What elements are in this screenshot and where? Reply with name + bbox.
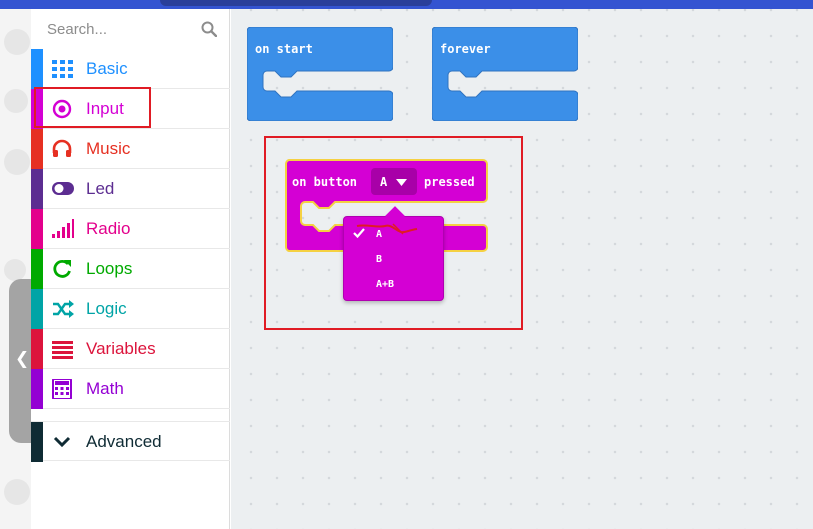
- simulator-strip: [0, 9, 31, 529]
- category-color-bar: [31, 209, 43, 249]
- toolbox-category-music[interactable]: Music: [31, 129, 230, 169]
- category-color-bar: [31, 249, 43, 289]
- ghost-shape: [4, 149, 30, 175]
- toolbox-category-math[interactable]: Math: [31, 369, 230, 409]
- toolbox-category-led[interactable]: Led: [31, 169, 230, 209]
- toggle-icon: [52, 182, 74, 195]
- search-input[interactable]: Search...: [47, 21, 107, 38]
- headphones-icon: [52, 139, 72, 157]
- category-color-bar: [31, 289, 43, 329]
- category-color-bar: [31, 49, 43, 89]
- red-scribble-annotation: [356, 223, 418, 235]
- category-label: Math: [86, 379, 124, 398]
- on-start-label: on start: [255, 42, 313, 56]
- category-color-bar: [31, 329, 43, 369]
- dropdown-option-label: B: [376, 254, 383, 265]
- category-label: Variables: [86, 339, 156, 358]
- search-box[interactable]: Search...: [31, 9, 230, 49]
- collapse-simulator-button[interactable]: ❮: [9, 279, 33, 443]
- signal-bars-icon: [52, 219, 74, 238]
- forever-label: forever: [440, 42, 491, 56]
- chevron-left-icon: ❮: [15, 349, 30, 369]
- category-label: Loops: [86, 259, 133, 278]
- toolbox-category-logic[interactable]: Logic: [31, 289, 230, 329]
- shuffle-icon: [53, 300, 74, 318]
- button-choice-dropdown[interactable]: A: [371, 168, 417, 195]
- lines-icon: [52, 341, 73, 359]
- dropdown-option-label: A+B: [376, 279, 395, 290]
- toolbox-category-basic[interactable]: Basic: [31, 49, 230, 89]
- dropdown-option-b[interactable]: B: [344, 249, 445, 271]
- category-color-bar: [31, 422, 43, 462]
- header-pill: [160, 0, 432, 6]
- toolbox-category-variables[interactable]: Variables: [31, 329, 230, 369]
- refresh-icon: [53, 259, 71, 278]
- toolbox-category-loops[interactable]: Loops: [31, 249, 230, 289]
- calculator-icon: [52, 379, 72, 399]
- input-highlight-annotation: [34, 87, 151, 128]
- ghost-shape: [4, 479, 30, 505]
- on-button-suffix-label: pressed: [424, 175, 475, 189]
- ghost-shape: [4, 89, 28, 113]
- header-bar: [0, 0, 813, 9]
- ghost-shape: [4, 29, 30, 55]
- category-label: Music: [86, 139, 131, 158]
- category-color-bar: [31, 369, 43, 409]
- grid-icon: [52, 60, 73, 78]
- toolbox-category-radio[interactable]: Radio: [31, 209, 230, 249]
- category-color-bar: [31, 129, 43, 169]
- category-label: Advanced: [86, 432, 162, 451]
- category-label: Radio: [86, 219, 131, 238]
- button-choice-value: A: [380, 175, 388, 189]
- category-label: Basic: [86, 59, 128, 78]
- category-color-bar: [31, 169, 43, 209]
- ghost-shape: [4, 259, 26, 281]
- dropdown-option-a-plus-b[interactable]: A+B: [344, 274, 445, 296]
- category-label: Logic: [86, 299, 127, 318]
- on-button-prefix-label: on button: [292, 175, 358, 189]
- chevron-down-icon: [53, 436, 71, 448]
- dropdown-arrow-icon: [396, 179, 407, 186]
- search-icon[interactable]: [201, 21, 217, 37]
- category-label: Led: [86, 179, 115, 198]
- toolbox-category-advanced[interactable]: Advanced: [31, 421, 230, 462]
